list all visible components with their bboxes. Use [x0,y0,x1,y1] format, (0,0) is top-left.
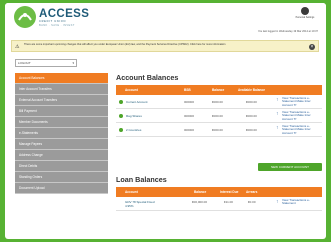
loan-balance: €00,000.00 [192,200,208,204]
table-row[interactable]: 2 Countries 000000 €000.00 €000.00 ↑ Vie… [116,123,322,137]
logout-label: LOGOUT [18,61,31,65]
account-name[interactable]: Current Account [126,100,148,104]
status-dot-icon [119,114,123,118]
brand-tagline-secondary: BANK · SAVE · INVEST [39,24,75,27]
loan-balances-title: Loan Balances [116,175,167,184]
loan-interest: €11.00 [224,200,233,204]
sidebar-item-direct-debits[interactable]: Direct Debits [15,161,108,172]
account-bsb: 000000 [184,100,195,104]
sidebar-item-manage-payees[interactable]: Manage Payees [15,139,108,150]
status-dot-icon [119,128,123,132]
hands-logo-icon[interactable] [14,6,36,28]
status-dot-icon [119,100,123,104]
col-loan-balance: Balance [194,190,207,194]
account-balance: €000.00 [212,114,223,118]
account-available: €000.00 [246,100,257,104]
col-balance: Balance [212,88,225,92]
loan-arrears: €0.00 [248,200,256,204]
gear-icon [301,7,309,15]
table-row[interactable]: GDV 78 Special Fixed 4.95% €00,000.00 €1… [116,197,322,211]
notice-banner: ⚠ There are some important upcoming chan… [11,40,319,52]
main-content: Account Balances Account BSB Balance Ava… [116,73,322,211]
account-table-header: Account BSB Balance Available Balance [116,85,322,95]
account-balance: €000.00 [212,100,223,104]
sidebar-item-external-account-transfers[interactable]: External Account Transfers [15,95,108,106]
header: ACCESS CREDIT UNION BANK · SAVE · INVEST… [5,3,326,36]
col-available: Available Balance [238,88,265,92]
col-loan-arrears: Arrears [246,190,258,194]
account-bsb: 000000 [184,128,195,132]
account-available: €000.00 [246,128,257,132]
sidebar-item-bill-payment[interactable]: Bill Payment [15,106,108,117]
personal-settings-button[interactable]: Personal Settings [294,7,316,23]
new-current-account-button[interactable]: NEW CURRENT ACCOUNT [258,163,322,171]
col-account: Account [125,88,138,92]
sidebar-nav: Account Balances Inter Account Transfers… [15,73,108,194]
account-balances-title: Account Balances [116,73,179,82]
sidebar-item-address-change[interactable]: Address Change [15,150,108,161]
tx-links[interactable]: View Transactions e-Statement Make Inter… [282,110,322,121]
loan-balances-section: Loan Balances Account Balance Interest D… [116,175,322,211]
pin-icon: ↑ [276,125,279,131]
alert-icon: ⚠ [15,44,20,50]
table-row[interactable]: Rag Shares 000000 €000.00 €000.00 ↑ View… [116,109,322,123]
table-row[interactable]: Current Account 000000 €000.00 €000.00 ↑… [116,95,322,109]
account-name[interactable]: Rag Shares [126,114,142,118]
account-available: €000.00 [246,114,257,118]
account-name[interactable]: 2 Countries [126,128,141,132]
tx-links[interactable]: View Transactions e-Statement Make Inter… [282,96,322,107]
sidebar-item-document-upload[interactable]: Document Upload [15,183,108,194]
logout-select[interactable]: LOGOUT ▾ [15,59,77,67]
app-frame: ACCESS CREDIT UNION BANK · SAVE · INVEST… [5,3,326,239]
close-icon[interactable]: × [309,44,315,50]
loan-account-name[interactable]: GDV 78 Special Fixed 4.95% [125,200,155,208]
pin-icon: ↑ [276,199,279,205]
pin-icon: ↑ [276,97,279,103]
sidebar-item-e-statements[interactable]: e-Statements [15,128,108,139]
sidebar-item-member-documents[interactable]: Member Documents [15,117,108,128]
account-balance: €000.00 [212,128,223,132]
account-bsb: 000000 [184,114,195,118]
sidebar: LOGOUT ▾ Account Balances Inter Account … [15,59,108,194]
col-loan-interest: Interest Due [220,190,239,194]
pin-icon: ↑ [276,111,279,117]
tx-links[interactable]: View Transactions e-Statement Make Inter… [282,124,322,135]
brand-name: ACCESS [39,8,90,20]
sidebar-item-inter-account-transfers[interactable]: Inter Account Transfers [15,84,108,95]
col-bsb: BSB [184,88,191,92]
loan-table-header: Account Balance Interest Due Arrears [116,187,322,197]
sidebar-item-standing-orders[interactable]: Standing Orders [15,172,108,183]
loan-tx-links[interactable]: View Transactions e-Statement [282,198,322,206]
chevron-down-icon: ▾ [72,61,74,65]
notice-text[interactable]: There are some important upcoming change… [24,43,294,47]
brand-tagline: CREDIT UNION [39,20,67,23]
personal-settings-label: Personal Settings [295,16,315,19]
sidebar-item-account-balances[interactable]: Account Balances [15,73,108,84]
last-logged-text: You last logged in Wednesday 19 Mar 2014… [257,30,318,33]
col-loan-account: Account [125,190,138,194]
